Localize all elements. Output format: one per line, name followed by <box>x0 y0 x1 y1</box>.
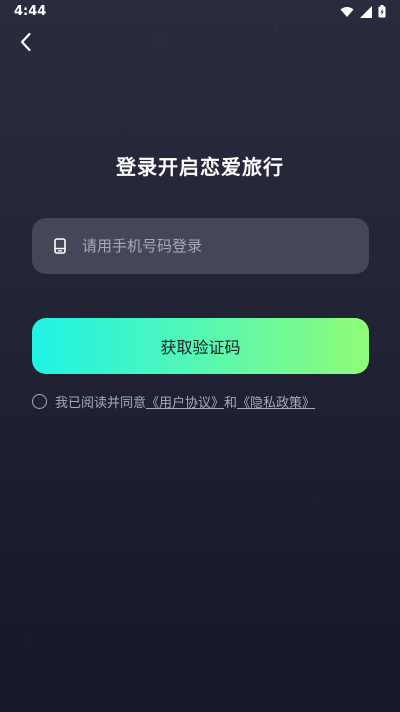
phone-icon <box>52 238 68 254</box>
chevron-left-icon <box>19 32 33 56</box>
get-code-button[interactable]: 获取验证码 <box>32 318 369 374</box>
status-icons <box>340 5 386 18</box>
page-title: 登录开启恋爱旅行 <box>116 155 284 179</box>
signal-icon <box>360 5 372 18</box>
agree-checkbox[interactable] <box>32 393 47 409</box>
user-agreement-link[interactable]: 《用户协议》 <box>146 392 224 411</box>
status-time: 4:44 <box>14 4 47 19</box>
phone-field[interactable] <box>32 218 369 274</box>
agreement-prefix: 我已阅读并同意 <box>55 395 147 411</box>
status-bar: 4:44 <box>0 0 400 24</box>
agreement-connector: 和 <box>224 395 238 411</box>
agreement-row: 我已阅读并同意 《用户协议》 和 《隐私政策》 <box>32 391 315 411</box>
privacy-policy-link[interactable]: 《隐私政策》 <box>237 392 315 411</box>
back-button[interactable] <box>12 30 40 58</box>
phone-input[interactable] <box>80 225 369 267</box>
wifi-icon <box>340 6 354 18</box>
battery-icon <box>378 5 386 18</box>
